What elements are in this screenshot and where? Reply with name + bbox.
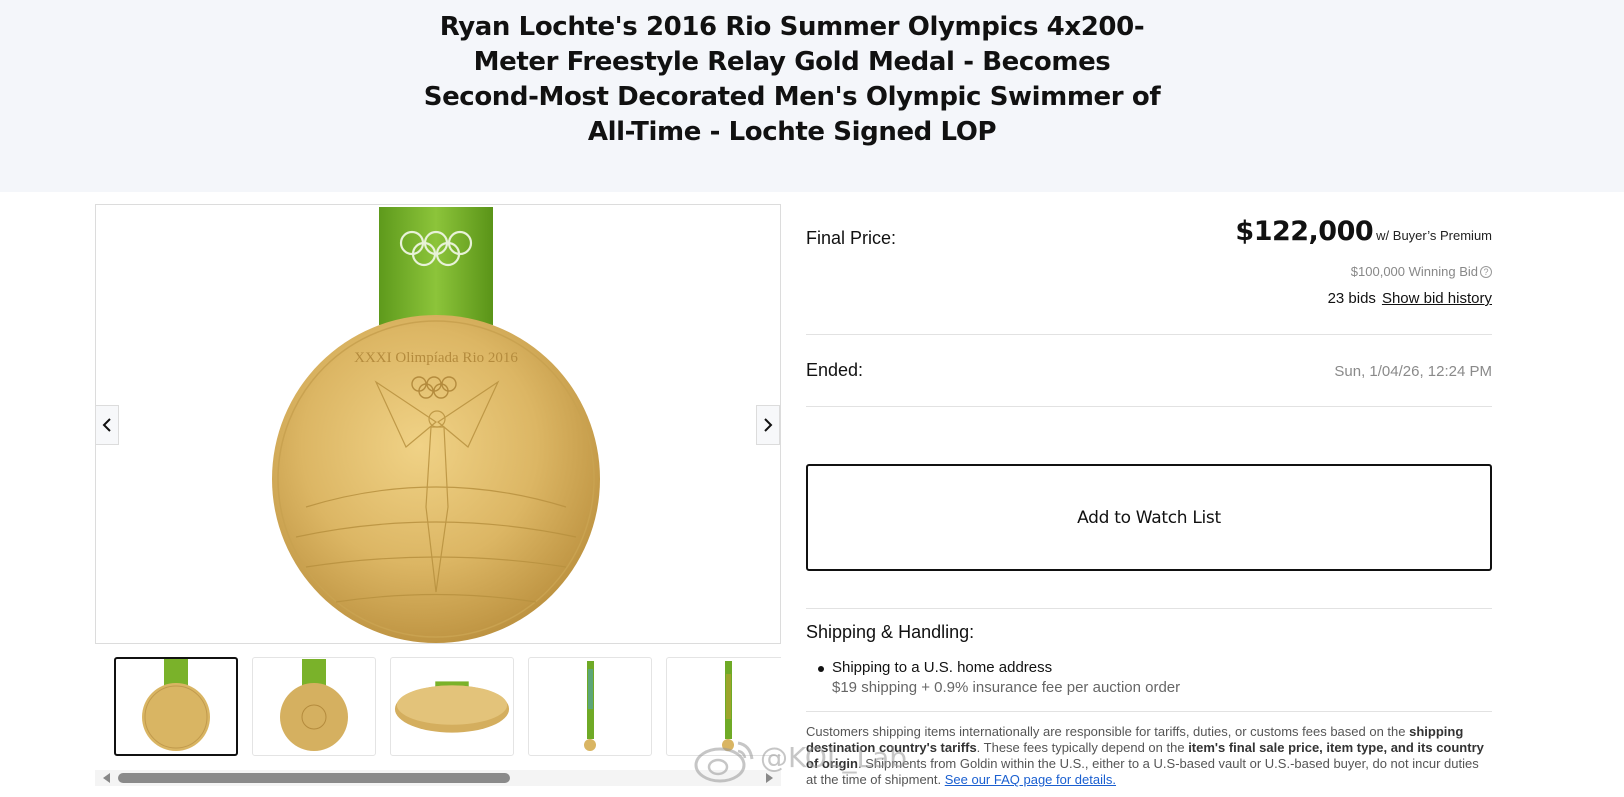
weibo-logo-icon (694, 741, 754, 783)
thumbnail-scrollbar[interactable] (95, 770, 781, 786)
premium-suffix: w/ Buyer’s Premium (1376, 228, 1492, 243)
lot-header: Ryan Lochte's 2016 Rio Summer Olympics 4… (0, 0, 1624, 192)
add-to-watch-list-button[interactable]: Add to Watch List (806, 464, 1492, 571)
medal-ribbon-thumb (584, 661, 596, 751)
ended-value: Sun, 1/04/26, 12:24 PM (1334, 363, 1492, 380)
lot-title: Ryan Lochte's 2016 Rio Summer Olympics 4… (423, 12, 1161, 147)
chevron-right-icon (764, 418, 773, 432)
winning-bid: $100,000 Winning Bid? (1351, 264, 1492, 279)
final-price: $122,000 w/ Buyer’s Premium (1235, 216, 1492, 247)
shipping-option-fee: $19 shipping + 0.9% insurance fee per au… (832, 679, 1181, 696)
scroll-left-icon[interactable] (103, 773, 110, 783)
watermark: @KOL_Lab (692, 735, 932, 785)
thumbnail-strip (114, 657, 781, 757)
bullet-icon (818, 666, 824, 672)
note-text: . These fees typically depend on the (976, 740, 1189, 755)
medal-front-thumb (142, 659, 210, 751)
final-price-label: Final Price: (806, 228, 897, 248)
faq-link[interactable]: See our FAQ page for details. (945, 772, 1116, 787)
main-medal-image: XXXI Olimpíada Rio 2016 (272, 207, 600, 643)
help-icon[interactable]: ? (1480, 266, 1492, 278)
thumbnail-4[interactable] (528, 657, 652, 756)
thumbnail-3[interactable] (390, 657, 514, 756)
divider (806, 711, 1492, 712)
thumbnail-1[interactable] (114, 657, 238, 756)
medal-edge-thumb (394, 681, 510, 733)
shipping-option-title: Shipping to a U.S. home address (832, 659, 1053, 676)
divider (806, 608, 1492, 609)
shipping-title: Shipping & Handling: (806, 622, 975, 642)
show-bid-history-link[interactable]: Show bid history (1382, 290, 1492, 307)
ended-label: Ended: (806, 360, 864, 380)
medal-inscription: XXXI Olimpíada Rio 2016 (354, 350, 518, 366)
watermark-text: @KOL_Lab (760, 741, 907, 774)
next-image-button[interactable] (756, 405, 780, 445)
prev-image-button[interactable] (95, 405, 119, 445)
bid-info: 23 bids Show bid history (1328, 290, 1492, 307)
final-price-value: $122,000 (1235, 216, 1374, 247)
divider (806, 334, 1492, 335)
medal-back-thumb (280, 659, 348, 751)
chevron-left-icon (102, 418, 111, 432)
winning-bid-text: $100,000 Winning Bid (1350, 264, 1478, 279)
divider (806, 406, 1492, 407)
thumbnail-2[interactable] (252, 657, 376, 756)
image-viewer: XXXI Olimpíada Rio 2016 (95, 204, 781, 644)
bid-count: 23 bids (1327, 290, 1376, 307)
scrollbar-thumb[interactable] (118, 773, 510, 783)
